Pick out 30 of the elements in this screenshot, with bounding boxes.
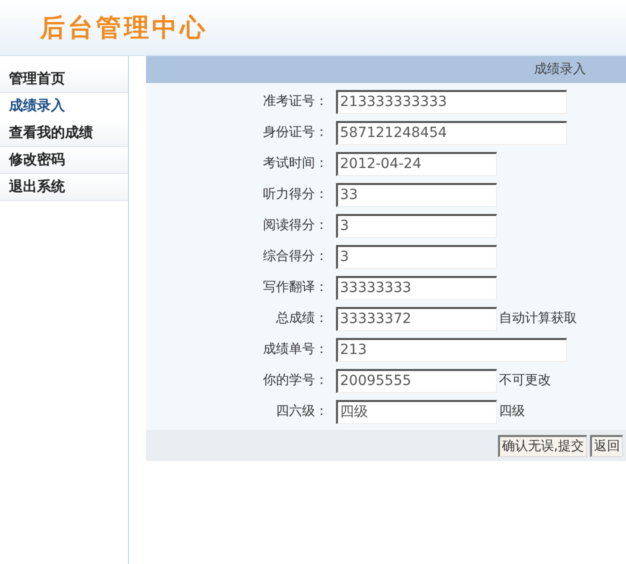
input-field[interactable]: 2012-04-24 (336, 152, 497, 176)
field-label: 准考证号： (262, 92, 329, 111)
field-label: 成绩单号： (262, 340, 329, 359)
input-field[interactable]: 213 (336, 338, 567, 362)
field-label: 你的学号： (262, 372, 329, 390)
field-label: 身份证号： (262, 124, 329, 142)
form-button[interactable]: 返回 (590, 434, 623, 456)
input-field[interactable]: 四级 (336, 400, 497, 424)
field-label: 阅读得分： (262, 216, 329, 235)
form-button[interactable]: 确认无误,提交 (498, 434, 587, 456)
panel-title: 成绩录入 (534, 60, 586, 79)
input-field[interactable]: 213333333333 (336, 90, 567, 114)
field-label: 听力得分： (262, 186, 329, 204)
field-note: 四级 (499, 402, 525, 421)
site-title: 后台管理中心 (40, 12, 208, 44)
field-label: 四六级： (275, 402, 329, 421)
field-label: 写作翻译： (262, 278, 329, 297)
field-note: 不可更改 (499, 372, 551, 390)
sidebar-item[interactable]: 成绩录入 (0, 93, 128, 120)
input-field[interactable]: 33 (336, 182, 497, 206)
field-label: 总成绩： (275, 310, 329, 328)
field-note: 自动计算获取 (499, 310, 577, 328)
input-field[interactable]: 587121248454 (336, 120, 567, 144)
input-field[interactable]: 3 (336, 244, 497, 268)
input-field[interactable]: 20095555 (336, 368, 497, 392)
field-label: 考试时间： (262, 154, 329, 173)
input-field[interactable]: 33333333 (336, 276, 497, 300)
field-label: 综合得分： (262, 248, 329, 266)
input-field[interactable]: 33333372 (336, 306, 497, 330)
input-field[interactable]: 3 (336, 214, 497, 238)
